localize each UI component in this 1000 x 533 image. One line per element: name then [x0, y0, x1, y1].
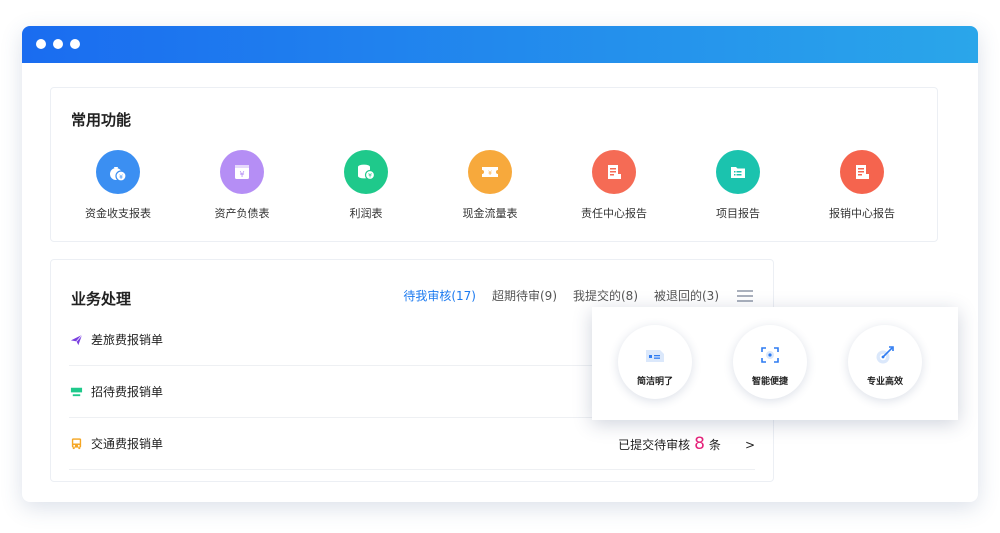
- app-window: 常用功能 ¥ 资金收支报表 ¥ 资产负债表 ¥ 利润表 ¥ 现金流量表 责任中心…: [22, 26, 978, 502]
- status-unit: 条: [708, 437, 721, 452]
- window-dot[interactable]: [53, 39, 63, 49]
- bus-icon: [69, 437, 83, 451]
- func-label: 项目报告: [716, 207, 760, 220]
- svg-text:¥: ¥: [488, 170, 492, 177]
- row-label: 差旅费报销单: [91, 333, 164, 347]
- scan-icon: [733, 325, 807, 365]
- ticket-icon: ¥: [468, 150, 512, 194]
- tab-overdue[interactable]: 超期待审(9): [492, 287, 557, 304]
- feature-smart: 智能便捷: [733, 325, 807, 399]
- func-cash-flow[interactable]: ¥ 现金流量表: [435, 150, 545, 221]
- feature-label: 简洁明了: [636, 377, 673, 387]
- card-icon: [618, 325, 692, 365]
- status-text: 已提交待审核: [618, 437, 691, 452]
- money-bag-icon: ¥: [96, 150, 140, 194]
- feature-simple: 简洁明了: [618, 325, 692, 399]
- row-label: 招待费报销单: [91, 385, 164, 399]
- document-icon: [840, 150, 884, 194]
- folder-icon: [716, 150, 760, 194]
- feature-label: 智能便捷: [751, 377, 788, 387]
- feature-professional: 专业高效: [848, 325, 922, 399]
- document-icon: [592, 150, 636, 194]
- tab-returned[interactable]: 被退回的(3): [654, 287, 719, 304]
- row-status: 已提交待审核 8 条 >: [618, 434, 755, 454]
- func-balance-sheet[interactable]: ¥ 资产负债表: [187, 150, 297, 221]
- features-popup: 简洁明了 智能便捷 专业高效: [592, 307, 958, 420]
- feature-label: 专业高效: [866, 377, 903, 387]
- func-label: 资金收支报表: [85, 207, 151, 220]
- business-tabs: 待我审核(17) 超期待审(9) 我提交的(8) 被退回的(3): [387, 287, 753, 304]
- tab-pending-review[interactable]: 待我审核(17): [403, 287, 476, 304]
- svg-text:¥: ¥: [368, 173, 372, 180]
- func-label: 利润表: [349, 207, 383, 220]
- status-count: 8: [694, 433, 705, 454]
- func-fund-report[interactable]: ¥ 资金收支报表: [63, 150, 173, 221]
- menu-icon[interactable]: [737, 289, 753, 302]
- func-profit-statement[interactable]: ¥ 利润表: [311, 150, 421, 221]
- window-dot[interactable]: [70, 39, 80, 49]
- target-icon: [848, 325, 922, 365]
- coins-icon: ¥: [344, 150, 388, 194]
- func-responsibility-report[interactable]: 责任中心报告: [559, 150, 669, 221]
- svg-text:¥: ¥: [119, 174, 123, 181]
- chevron-right-icon[interactable]: >: [745, 438, 755, 452]
- window-dot[interactable]: [36, 39, 46, 49]
- func-reimbursement-report[interactable]: 报销中心报告: [807, 150, 917, 221]
- common-functions-panel: 常用功能 ¥ 资金收支报表 ¥ 资产负债表 ¥ 利润表 ¥ 现金流量表 责任中心…: [50, 87, 938, 242]
- func-label: 现金流量表: [462, 207, 518, 220]
- list-item[interactable]: 交通费报销单 已提交待审核 8 条 >: [69, 418, 755, 470]
- tab-submitted[interactable]: 我提交的(8): [573, 287, 638, 304]
- func-label: 资产负债表: [214, 207, 270, 220]
- yuan-box-icon: ¥: [220, 150, 264, 194]
- func-project-report[interactable]: 项目报告: [683, 150, 793, 221]
- title-bar: [22, 26, 978, 63]
- func-label: 报销中心报告: [829, 207, 895, 220]
- svg-text:¥: ¥: [239, 170, 244, 179]
- section-title: 常用功能: [71, 111, 132, 129]
- func-label: 责任中心报告: [581, 207, 647, 220]
- dining-icon: [69, 385, 83, 399]
- airplane-icon: [69, 333, 83, 347]
- section-title: 业务处理: [71, 290, 132, 308]
- row-label: 交通费报销单: [91, 437, 164, 451]
